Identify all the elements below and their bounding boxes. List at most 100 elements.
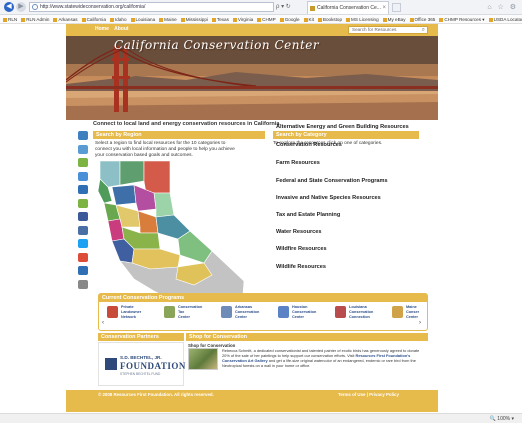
partner-name-line1: S.D. BECHTEL, JR.: [120, 355, 162, 360]
favorite-link[interactable]: CHMP Resources ▾: [439, 15, 484, 23]
footer-copyright: © 2008 Resources First Foundation. All r…: [98, 392, 214, 397]
browser-window: ◀ ▶ http://www.statewideconservation.org…: [0, 0, 522, 423]
category-link[interactable]: Invasive and Native Species Resources: [276, 195, 381, 201]
category-link[interactable]: Conservation Resources: [276, 142, 342, 148]
favorite-link[interactable]: USDA Locator: [489, 15, 522, 23]
program-item[interactable]: Arkansas Conservation Center: [221, 305, 269, 327]
toolbar-icons[interactable]: ⌂ ☆ ⚙: [487, 3, 518, 11]
shop-panel: Shop for Conservation Rebecca Schmitt, a…: [186, 342, 428, 386]
program-item[interactable]: Maine Conser Center: [392, 305, 440, 327]
carousel-next-icon[interactable]: ›: [419, 320, 421, 326]
facebook-icon[interactable]: [78, 212, 88, 221]
favorite-link[interactable]: Google: [280, 15, 300, 23]
footer-links[interactable]: Terms of Use | Privacy Policy: [338, 392, 399, 397]
foundation-mark-icon: [105, 358, 117, 370]
site-top-bar: Home About Search for Resources ⌕: [66, 24, 438, 36]
carousel-prev-icon[interactable]: ‹: [102, 320, 104, 326]
program-name: Private Landowner Network: [121, 305, 142, 319]
program-item[interactable]: Louisiana Conservation Connection: [335, 305, 383, 327]
address-tools[interactable]: ρ ▾ ↻: [276, 2, 291, 12]
map-regions[interactable]: [97, 160, 245, 310]
category-heading: Search by Category: [273, 131, 419, 139]
favorite-link[interactable]: CHMP: [257, 15, 276, 23]
share-icon[interactable]: [78, 198, 88, 208]
shop-text: Rebecca Schmitt, a dedicated conservatio…: [222, 348, 426, 368]
favorite-link[interactable]: Bookstop: [318, 15, 342, 23]
category-link[interactable]: Alternative Energy and Green Building Re…: [276, 124, 409, 130]
more-icon[interactable]: [78, 279, 88, 289]
tab-close-icon[interactable]: ×: [382, 2, 386, 14]
favorite-link[interactable]: Texas: [212, 15, 229, 23]
category-link[interactable]: Tax and Estate Planning: [276, 212, 340, 218]
favorite-link[interactable]: MS Licensing: [346, 15, 379, 23]
chat-icon[interactable]: [78, 171, 88, 181]
tab-favicon-icon: [310, 6, 315, 11]
program-logo-icon: [107, 306, 118, 318]
url-input[interactable]: http://www.statewideconservation.org/cal…: [29, 2, 274, 12]
favorite-link[interactable]: Louisiana: [131, 15, 156, 23]
category-link[interactable]: Water Resources: [276, 229, 322, 235]
favorite-link[interactable]: Arkansas: [53, 15, 77, 23]
google-icon[interactable]: [78, 252, 88, 262]
forward-button[interactable]: ▶: [16, 2, 26, 12]
program-name: Conservation Tax Center: [178, 305, 203, 319]
new-tab-button[interactable]: [392, 3, 401, 12]
status-bar: 🔍 100% ▾: [0, 413, 522, 423]
like-icon[interactable]: [78, 225, 88, 235]
address-bar: ◀ ▶ http://www.statewideconservation.org…: [0, 0, 522, 15]
program-item[interactable]: Houston Conservation Center: [278, 305, 326, 327]
digg-icon[interactable]: [78, 266, 88, 275]
browser-tab[interactable]: California Conservation Ce... ×: [307, 1, 389, 14]
programs-heading: Current Conservation Programs: [99, 294, 427, 302]
favorite-link[interactable]: RLN: [3, 15, 17, 23]
nav-home-link[interactable]: Home: [95, 26, 109, 32]
partner-name-line3: STEPHEN BECHTEL FUND: [120, 372, 161, 376]
favorite-link[interactable]: My eBay: [383, 15, 406, 23]
california-region-map[interactable]: [94, 157, 266, 311]
website: Home About Search for Resources ⌕ Califo…: [66, 24, 438, 412]
category-link[interactable]: Wildfire Resources: [276, 246, 327, 252]
favorite-link[interactable]: Idaho: [110, 15, 127, 23]
favorite-link[interactable]: Kit: [304, 15, 314, 23]
bird-painting-image[interactable]: [188, 348, 218, 370]
search-icon[interactable]: ⌕: [422, 27, 425, 33]
email-icon[interactable]: [78, 158, 88, 167]
zoom-control[interactable]: 🔍 100% ▾: [490, 415, 514, 423]
bookmark-icon[interactable]: [78, 131, 88, 140]
program-logo-icon: [278, 306, 289, 318]
twitter-icon[interactable]: [78, 239, 88, 248]
programs-panel: Current Conservation Programs Private La…: [98, 293, 428, 331]
favorite-link[interactable]: Virginia: [233, 15, 253, 23]
category-link[interactable]: Wildlife Resources: [276, 264, 326, 270]
search-input[interactable]: Search for Resources ⌕: [348, 26, 428, 34]
map-region-gold-country: [137, 210, 159, 234]
print-icon[interactable]: [78, 144, 88, 154]
program-item[interactable]: Conservation Tax Center: [164, 305, 212, 327]
program-name: Arkansas Conservation Center: [235, 305, 260, 319]
tab-title: California Conservation Ce...: [317, 5, 381, 11]
calendar-icon[interactable]: [78, 185, 88, 194]
category-link[interactable]: Federal and State Conservation Programs: [276, 178, 388, 184]
favorite-link[interactable]: RLN Admin: [21, 15, 49, 23]
nav-about-link[interactable]: About: [114, 26, 128, 32]
favorite-link[interactable]: Mississippi: [181, 15, 208, 23]
category-link[interactable]: Farm Resources: [276, 160, 320, 166]
map-region-northeast: [143, 160, 171, 194]
map-region-sacramento-north: [111, 184, 137, 206]
map-region-shasta: [119, 160, 145, 186]
program-logo-icon: [392, 306, 403, 318]
favorite-link[interactable]: Maine: [159, 15, 177, 23]
url-text: http://www.statewideconservation.org/cal…: [40, 4, 146, 10]
program-name: Louisiana Conservation Connection: [349, 305, 374, 319]
favorite-link[interactable]: Office 365: [410, 15, 436, 23]
partners-heading: Conservation Partners: [98, 333, 184, 341]
back-button[interactable]: ◀: [4, 2, 14, 12]
share-rail: [77, 131, 89, 301]
program-name: Maine Conser Center: [406, 305, 420, 319]
banner-title: California Conservation Center: [114, 38, 320, 52]
partner-logo[interactable]: S.D. BECHTEL, JR. FOUNDATION STEPHEN BEC…: [98, 342, 186, 386]
shop-heading: Shop for Conservation: [186, 333, 428, 341]
favorite-link[interactable]: California: [82, 15, 106, 23]
program-item[interactable]: Private Landowner Network: [107, 305, 155, 327]
partner-name-line2: FOUNDATION: [120, 361, 186, 371]
